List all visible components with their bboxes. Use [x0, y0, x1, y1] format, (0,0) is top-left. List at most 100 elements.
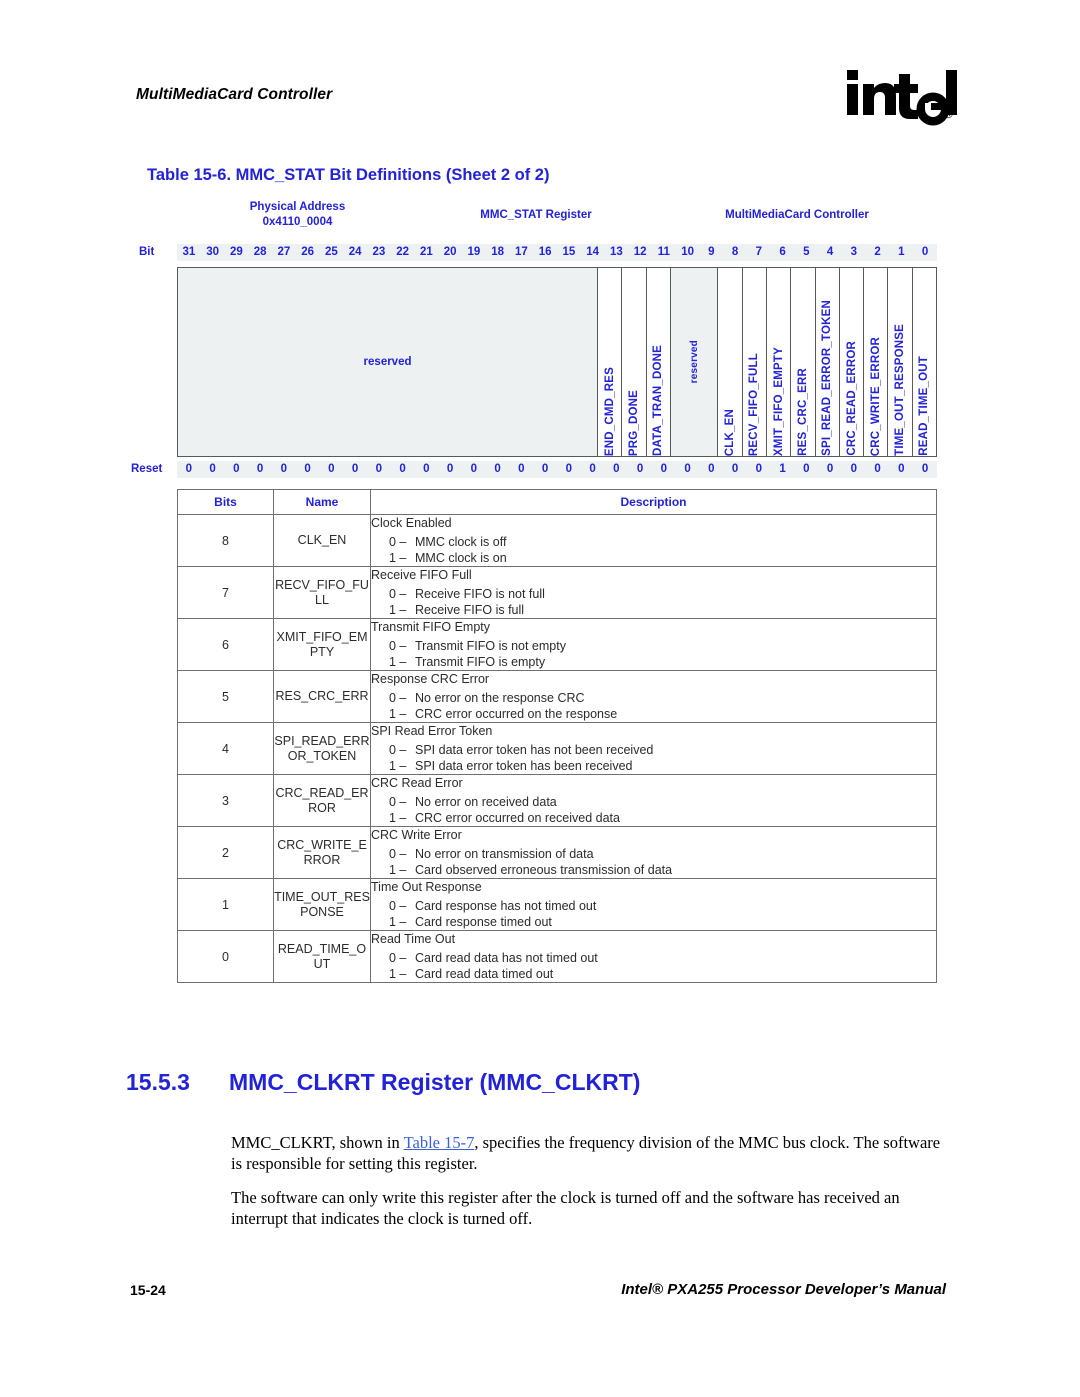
footer-manual-title: Intel® PXA255 Processor Developer’s Manu… — [621, 1281, 946, 1298]
table-caption: Table 15-6. MMC_STAT Bit Definitions (Sh… — [147, 166, 550, 184]
reset-value-cell: 0 — [438, 461, 462, 478]
description-option-key: 1 – — [389, 863, 407, 877]
description-option: 0 – Card read data has not timed out — [389, 951, 598, 965]
table-row: 1 TIME_OUT_RESPONSE Time Out Response 0 – Ca… — [177, 878, 937, 931]
bit-number-cell: 21 — [414, 244, 439, 261]
reset-value-cell: 0 — [652, 461, 676, 478]
cell-bits: 4 — [177, 722, 274, 775]
reset-value-cell: 0 — [248, 461, 272, 478]
bit-field-label: CLK_EN — [724, 408, 737, 456]
bit-number-cell: 17 — [509, 244, 534, 261]
bit-number-cell: 6 — [770, 244, 795, 261]
bit-field-xmit_fifo_empty: XMIT_FIFO_EMPTY — [767, 268, 792, 456]
table-header-row: Bits Name Description — [177, 489, 937, 515]
description-option-key: 1 – — [389, 759, 407, 773]
bit-field-row: reserved END_CMD_RES PRG_DONE DATA_TRAN_DON… — [177, 267, 937, 457]
reset-value-cell: 0 — [177, 461, 201, 478]
bit-number-cell: 15 — [557, 244, 581, 261]
bit-field-label: CRC_WRITE_ERROR — [869, 336, 882, 456]
description-option: 0 – No error on the response CRC — [389, 691, 585, 705]
cell-description: Clock Enabled 0 – MMC clock is off 1 – MMC c… — [370, 514, 937, 567]
cell-description: Time Out Response 0 – Card response has no… — [370, 878, 937, 931]
description-option: 1 – Transmit FIFO is empty — [389, 655, 546, 669]
document-page: MultiMediaCard Controller ® Table 15-6. … — [0, 0, 1080, 1397]
bit-number-cell: 22 — [390, 244, 415, 261]
reset-value-cell: 0 — [889, 461, 914, 478]
description-option-key: 0 – — [389, 899, 407, 913]
reset-value-cell: 0 — [200, 461, 225, 478]
description-title: Clock Enabled — [371, 516, 452, 530]
bit-number-cell: 18 — [485, 244, 510, 261]
cell-name: XMIT_FIFO_EMPTY — [273, 618, 371, 671]
table-row: 2 CRC_WRITE_ERROR CRC Write Error 0 – No err… — [177, 826, 937, 879]
bit-field-label: CRC_READ_ERROR — [845, 341, 858, 456]
reset-value-cell: 0 — [913, 461, 937, 478]
bit-field-reserved: reserved — [670, 268, 719, 456]
bit-field-label: SPI_READ_ERROR_TOKEN — [821, 300, 834, 456]
column-header-description: Description — [370, 489, 937, 515]
bit-field-label: RES_CRC_ERR — [796, 368, 809, 456]
reset-value-cell: 0 — [818, 461, 842, 478]
description-option-key: 0 – — [389, 587, 407, 601]
reset-value-cell: 0 — [224, 461, 249, 478]
bit-number-cell: 13 — [604, 244, 629, 261]
bit-number-cell: 19 — [462, 244, 486, 261]
reset-value-cell: 0 — [343, 461, 367, 478]
reset-value-cell: 0 — [462, 461, 486, 478]
table-row: 0 READ_TIME_OUT Read Time Out 0 – Card read … — [177, 930, 937, 983]
reset-value-row: 00000000000000000000000001000000 — [177, 461, 937, 478]
physical-address-caption: Physical Address — [249, 201, 346, 213]
bit-number-cell: 23 — [367, 244, 391, 261]
bit-number-cell: 31 — [177, 244, 201, 261]
reset-value-cell: 0 — [604, 461, 629, 478]
bit-field-end_cmd_res: END_CMD_RES — [598, 268, 623, 456]
bit-field-recv_fifo_full: RECV_FIFO_FULL — [742, 268, 768, 456]
description-option: 0 – Receive FIFO is not full — [389, 587, 545, 601]
reset-value-cell: 0 — [367, 461, 391, 478]
column-header-bits: Bits — [177, 489, 274, 515]
description-option: 0 – No error on received data — [389, 795, 557, 809]
bit-field-label: XMIT_FIFO_EMPTY — [772, 346, 785, 456]
cell-name: CLK_EN — [273, 514, 371, 567]
description-option-key: 0 – — [389, 743, 407, 757]
description-option: 0 – Transmit FIFO is not empty — [389, 639, 566, 653]
description-title: CRC Write Error — [371, 828, 462, 842]
physical-address-value: 0x4110_0004 — [262, 216, 333, 228]
cell-description: CRC Write Error 0 – No error on transmissi… — [370, 826, 937, 879]
bit-number-cell: 29 — [224, 244, 249, 261]
cell-description: Transmit FIFO Empty 0 – Transmit FIFO is n… — [370, 618, 937, 671]
reset-value-cell: 0 — [699, 461, 724, 478]
cell-description: Read Time Out 0 – Card read data has not t… — [370, 930, 937, 983]
description-option-key: 0 – — [389, 639, 407, 653]
table-15-7-crossref-link[interactable]: Table 15-7 — [404, 1133, 475, 1152]
cell-bits: 1 — [177, 878, 274, 931]
bit-field-label: END_CMD_RES — [603, 366, 616, 456]
bit-number-cell: 20 — [438, 244, 462, 261]
reset-value-cell: 0 — [485, 461, 510, 478]
table-row: 5 RES_CRC_ERR Response CRC Error 0 – No erro… — [177, 670, 937, 723]
table-row: 7 RECV_FIFO_FULL Receive FIFO Full 0 – Recei… — [177, 566, 937, 619]
cell-description: CRC Read Error 0 – No error on received da… — [370, 774, 937, 827]
register-name-label: MMC_STAT Register — [480, 209, 592, 221]
reset-value-cell: 0 — [794, 461, 819, 478]
table-row: 3 CRC_READ_ERROR CRC Read Error 0 – No error… — [177, 774, 937, 827]
bit-number-cell: 7 — [747, 244, 771, 261]
cell-bits: 2 — [177, 826, 274, 879]
cell-bits: 7 — [177, 566, 274, 619]
bit-field-data_tran_done: DATA_TRAN_DONE — [646, 268, 671, 456]
reset-value-cell: 0 — [390, 461, 415, 478]
bit-field-label: DATA_TRAN_DONE — [652, 345, 665, 456]
bit-field-label: READ_TIME_OUT — [918, 356, 931, 456]
unit-name-label: MultiMediaCard Controller — [725, 209, 869, 221]
reset-row-label: Reset — [131, 463, 163, 475]
bit-field-label: PRG_DONE — [627, 389, 640, 456]
description-option-key: 0 – — [389, 847, 407, 861]
description-option-key: 1 – — [389, 603, 407, 617]
description-option-key: 1 – — [389, 915, 407, 929]
bit-number-row: 31 30 29 28 27 26 25 24 23 22 21 20 19 18 17 16 15 14 13 12… — [177, 244, 937, 261]
cell-description: Response CRC Error 0 – No error on the res… — [370, 670, 937, 723]
cell-bits: 5 — [177, 670, 274, 723]
cell-name: SPI_READ_ERROR_TOKEN — [273, 722, 371, 775]
bit-field-clk_en: CLK_EN — [718, 268, 743, 456]
bit-field-read_time_out: READ_TIME_OUT — [912, 268, 936, 456]
